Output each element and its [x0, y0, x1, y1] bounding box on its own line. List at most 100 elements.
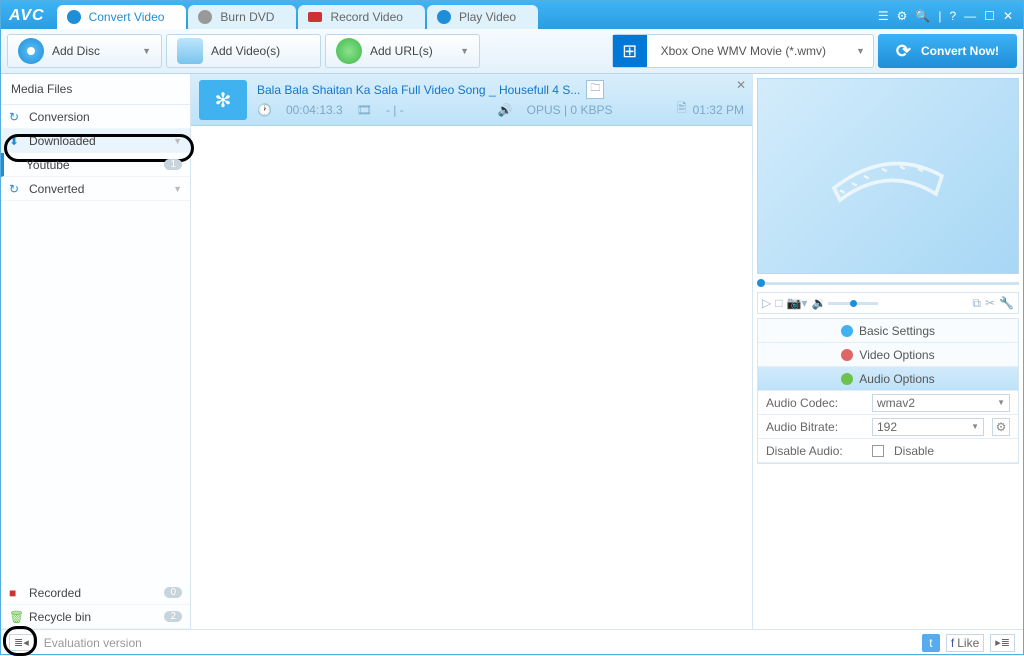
sidebar-item-recorded[interactable]: ■ Recorded 0	[1, 581, 190, 605]
right-panel: ▷ □ 📷▾ 🔉 ⧉ ✂ 🔧 Basic Settings Video Opti…	[753, 74, 1023, 629]
filmstrip-icon	[828, 136, 948, 216]
tab-label: Convert Video	[89, 10, 165, 24]
select-value: 192	[877, 420, 897, 434]
tab-play-video[interactable]: Play Video	[427, 5, 538, 29]
sidebar-item-label: Converted	[29, 182, 84, 196]
button-label: Add URL(s)	[370, 44, 433, 58]
disable-audio-checkbox[interactable]	[872, 445, 884, 457]
gear-icon[interactable]: ⚙	[897, 9, 908, 23]
sidebar-item-label: Recorded	[29, 586, 81, 600]
audio-bitrate-row: Audio Bitrate: 192 ▼ ⚙	[758, 415, 1018, 439]
sidebar-item-youtube[interactable]: Youtube 1	[1, 153, 190, 177]
convert-icon	[67, 10, 81, 24]
video-icon	[177, 38, 203, 64]
sidebar-title: Media Files	[1, 74, 190, 105]
output-format-select[interactable]: ⊞ Xbox One WMV Movie (*.wmv) ▼	[612, 34, 874, 68]
maximize-icon[interactable]: ☐	[984, 9, 995, 23]
tab-label: Play Video	[459, 10, 516, 24]
tab-record-video[interactable]: Record Video	[298, 5, 425, 29]
basic-settings-header[interactable]: Basic Settings	[758, 319, 1018, 343]
tab-burn-dvd[interactable]: Burn DVD	[188, 5, 296, 29]
audio-codec-select[interactable]: wmav2 ▼	[872, 394, 1010, 412]
disc-icon	[18, 38, 44, 64]
bitrate-settings-button[interactable]: ⚙	[992, 418, 1010, 436]
chevron-down-icon: ▼	[460, 46, 469, 56]
sidebar-item-downloaded[interactable]: ⬇ Downloaded ▼	[1, 129, 190, 153]
add-urls-button[interactable]: Add URL(s) ▼	[325, 34, 480, 68]
media-audio: OPUS | 0 KBPS	[527, 103, 613, 117]
count-badge: 2	[164, 611, 182, 622]
sidebar-item-label: Conversion	[29, 110, 90, 124]
sidebar-item-conversion[interactable]: ↻ Conversion	[1, 105, 190, 129]
chevron-down-icon: ▼	[142, 46, 151, 56]
cut-icon[interactable]: ✂	[985, 296, 995, 310]
sidebar-item-converted[interactable]: ↻ Converted ▼	[1, 177, 190, 201]
count-badge: 0	[164, 587, 182, 598]
collapse-sidebar-button[interactable]: ≣◂	[9, 634, 34, 651]
preview-area	[757, 78, 1019, 274]
close-icon[interactable]: ✕	[1003, 9, 1013, 23]
checkbox-label: Disable	[894, 444, 934, 458]
crop-icon[interactable]: ⧉	[972, 296, 981, 311]
field-label: Audio Bitrate:	[766, 420, 866, 434]
add-videos-button[interactable]: Add Video(s)	[166, 34, 321, 68]
sidebar-item-label: Youtube	[26, 158, 70, 172]
stop-icon[interactable]: □	[775, 296, 782, 310]
minimize-icon[interactable]: —	[964, 9, 976, 23]
download-icon: ⬇	[9, 134, 23, 148]
audio-bitrate-select[interactable]: 192 ▼	[872, 418, 984, 436]
play-icon[interactable]: ▷	[762, 296, 771, 310]
add-disc-button[interactable]: Add Disc ▼	[7, 34, 162, 68]
chevron-down-icon: ▼	[856, 46, 873, 56]
convert-now-button[interactable]: ⟳ Convert Now!	[878, 34, 1017, 68]
chevron-down-icon: ▼	[997, 398, 1005, 407]
header-label: Basic Settings	[859, 324, 935, 338]
record-icon	[308, 12, 322, 22]
facebook-icon: f	[951, 636, 954, 650]
app-logo: AVC	[1, 7, 57, 29]
settings-panel: Basic Settings Video Options Audio Optio…	[757, 318, 1019, 464]
sidebar-item-recycle-bin[interactable]: 🗑 Recycle bin 2	[1, 605, 190, 629]
converted-icon: ↻	[9, 182, 23, 196]
audio-options-header[interactable]: Audio Options	[758, 367, 1018, 391]
divider: |	[938, 9, 941, 23]
button-label: Add Disc	[52, 44, 100, 58]
expand-panel-button[interactable]: ▸≣	[990, 634, 1015, 652]
clock-icon: 🕐	[257, 103, 272, 117]
preview-seek-slider[interactable]	[757, 278, 1019, 288]
dvd-icon	[198, 10, 212, 24]
twitter-icon[interactable]: t	[922, 634, 940, 652]
sidebar: Media Files ↻ Conversion ⬇ Downloaded ▼ …	[1, 74, 191, 629]
conversion-icon: ↻	[9, 110, 23, 124]
remove-item-icon[interactable]: ✕	[736, 78, 746, 92]
media-item[interactable]: ✻ Bala Bala Shaitan Ka Sala Full Video S…	[191, 74, 752, 126]
field-label: Audio Codec:	[766, 396, 866, 410]
folder-icon[interactable]: 🗀	[586, 80, 604, 99]
media-title: Bala Bala Shaitan Ka Sala Full Video Son…	[257, 83, 580, 97]
media-time: 01:32 PM	[693, 103, 744, 117]
window-controls: ☰ ⚙ 🔍 | ? — ☐ ✕	[878, 9, 1023, 29]
bullet-icon	[841, 325, 853, 337]
effects-icon[interactable]: 🔧	[999, 296, 1014, 310]
sidebar-item-label: Downloaded	[29, 134, 96, 148]
chevron-down-icon: ▼	[173, 184, 182, 194]
tab-convert-video[interactable]: Convert Video	[57, 5, 187, 29]
url-icon	[336, 38, 362, 64]
facebook-like-button[interactable]: fLike	[946, 634, 984, 652]
header-label: Video Options	[859, 348, 934, 362]
volume-slider[interactable]: 🔉	[811, 296, 878, 310]
media-duration: 00:04:13.3	[286, 103, 343, 117]
media-subinfo: - | -	[386, 103, 404, 117]
snapshot-icon[interactable]: 📷▾	[786, 296, 807, 310]
bullet-icon	[841, 373, 853, 385]
video-options-header[interactable]: Video Options	[758, 343, 1018, 367]
version-label: Evaluation version	[44, 636, 142, 650]
windows-icon: ⊞	[613, 35, 647, 67]
media-thumbnail: ✻	[199, 80, 247, 120]
search-icon[interactable]: 🔍	[915, 9, 930, 23]
disable-audio-row: Disable Audio: Disable	[758, 439, 1018, 463]
help-icon[interactable]: ?	[949, 9, 956, 23]
play-icon	[437, 10, 451, 24]
output-icon: 🖹	[677, 99, 687, 120]
menu-icon[interactable]: ☰	[878, 9, 889, 23]
